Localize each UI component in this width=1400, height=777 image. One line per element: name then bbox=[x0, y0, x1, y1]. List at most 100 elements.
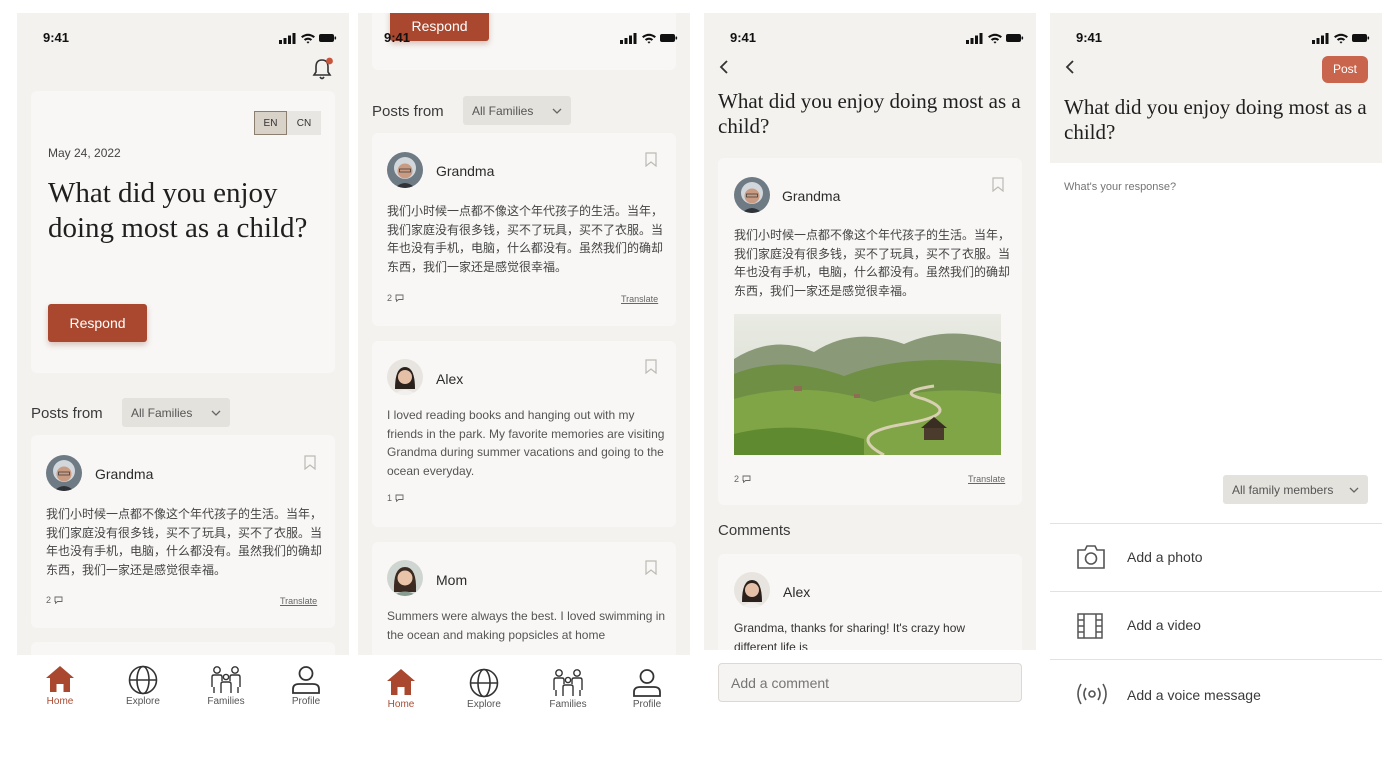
post-card[interactable]: Grandma 我们小时候一点都不像这个年代孩子的生活。当年，我们家庭没有很多钱… bbox=[372, 133, 676, 326]
prompt-card: EN CN May 24, 2022 What did you enjoy do… bbox=[31, 91, 335, 373]
chevron-left-icon[interactable] bbox=[1064, 59, 1076, 75]
post-text: I loved reading books and hanging out wi… bbox=[387, 408, 665, 478]
chevron-down-icon bbox=[211, 410, 221, 416]
add-voice-message-button[interactable]: Add a voice message bbox=[1050, 659, 1382, 718]
chevron-left-icon[interactable] bbox=[718, 59, 730, 75]
nav-explore[interactable]: Explore bbox=[108, 665, 178, 707]
lang-en-button[interactable]: EN bbox=[254, 111, 287, 135]
language-toggle: EN CN bbox=[254, 111, 321, 135]
post-button[interactable]: Post bbox=[1322, 56, 1368, 83]
status-time: 9:41 bbox=[384, 30, 411, 45]
post-author: Alex bbox=[436, 371, 464, 387]
comment-count[interactable]: 2 bbox=[387, 293, 404, 303]
avatar bbox=[387, 359, 423, 395]
nav-families[interactable]: Families bbox=[533, 668, 603, 710]
bottom-nav: Home Explore Families Profile bbox=[17, 655, 349, 718]
status-bar: 9:41 bbox=[1050, 13, 1382, 59]
audience-dropdown[interactable]: All family members bbox=[1223, 475, 1368, 504]
home-screen: 9:41 EN CN May 24, 2022 What did you enj… bbox=[17, 13, 349, 718]
nav-explore[interactable]: Explore bbox=[449, 668, 519, 710]
prompt-question: What did you enjoy doing most as a child… bbox=[48, 177, 308, 244]
translate-link[interactable]: Translate bbox=[621, 294, 658, 304]
film-icon bbox=[1077, 613, 1103, 639]
post-card[interactable]: Grandma 我们小时候一点都不像这个年代孩子的生活。当年，我们家庭没有很多钱… bbox=[31, 435, 335, 628]
home-feed-scrolled-screen: Respond 9:41 Posts from All Families Gra… bbox=[358, 13, 690, 718]
bookmark-icon[interactable] bbox=[645, 152, 657, 167]
add-voice-message-label: Add a voice message bbox=[1127, 687, 1261, 703]
signal-wifi-battery-icon bbox=[1312, 32, 1370, 44]
audience-value: All family members bbox=[1232, 482, 1334, 497]
comment-icon bbox=[395, 494, 404, 502]
comment-author: Alex bbox=[783, 584, 811, 600]
nav-explore-label: Explore bbox=[126, 696, 160, 707]
nav-profile-label: Profile bbox=[632, 699, 662, 710]
bell-icon[interactable] bbox=[312, 57, 334, 81]
post-text: 我们小时候一点都不像这个年代孩子的生活。当年，我们家庭没有很多钱，买不了玩具，买… bbox=[387, 204, 664, 274]
comment-icon bbox=[395, 294, 404, 302]
status-time: 9:41 bbox=[1076, 30, 1103, 45]
nav-families[interactable]: Families bbox=[191, 665, 261, 707]
comment-count[interactable]: 2 bbox=[734, 474, 751, 484]
profile-icon bbox=[632, 668, 662, 698]
comment-icon bbox=[54, 596, 63, 604]
posts-from-label: Posts from bbox=[31, 405, 103, 422]
signal-wifi-battery-icon bbox=[966, 32, 1024, 44]
comments-heading: Comments bbox=[718, 522, 791, 539]
family-filter-value: All Families bbox=[472, 103, 534, 118]
comment-count[interactable]: 1 bbox=[387, 493, 404, 503]
post-photo[interactable] bbox=[734, 314, 1001, 455]
status-time: 9:41 bbox=[43, 30, 70, 45]
lang-cn-button[interactable]: CN bbox=[287, 111, 321, 135]
camera-icon bbox=[1077, 545, 1105, 569]
nav-home-label: Home bbox=[387, 699, 415, 710]
nav-families-label: Families bbox=[549, 699, 587, 710]
family-filter-dropdown[interactable]: All Families bbox=[122, 398, 230, 427]
add-video-label: Add a video bbox=[1127, 617, 1201, 633]
nav-families-label: Families bbox=[207, 696, 245, 707]
comment-count[interactable]: 2 bbox=[46, 595, 63, 605]
post-card[interactable]: Mom Summers were always the best. I love… bbox=[372, 542, 676, 662]
translate-link[interactable]: Translate bbox=[280, 596, 317, 606]
status-bar: 9:41 bbox=[704, 13, 1036, 59]
status-time: 9:41 bbox=[730, 30, 757, 45]
chevron-down-icon bbox=[1349, 487, 1359, 493]
home-icon bbox=[45, 665, 75, 693]
avatar bbox=[387, 152, 423, 188]
nav-home-label: Home bbox=[46, 696, 74, 707]
response-textarea[interactable] bbox=[1060, 177, 1370, 467]
bookmark-icon[interactable] bbox=[304, 455, 316, 470]
bookmark-icon[interactable] bbox=[992, 177, 1004, 192]
nav-profile-label: Profile bbox=[291, 696, 321, 707]
post-author: Grandma bbox=[782, 188, 841, 204]
status-bar: 9:41 bbox=[358, 13, 690, 59]
home-icon bbox=[386, 668, 416, 696]
respond-button[interactable]: Respond bbox=[48, 304, 147, 342]
avatar bbox=[734, 177, 770, 213]
signal-wifi-battery-icon bbox=[279, 32, 337, 44]
nav-home[interactable]: Home bbox=[366, 668, 436, 710]
nav-profile[interactable]: Profile bbox=[612, 668, 682, 710]
bookmark-icon[interactable] bbox=[645, 359, 657, 374]
status-bar: 9:41 bbox=[17, 13, 349, 59]
prompt-date: May 24, 2022 bbox=[48, 146, 121, 160]
signal-wifi-battery-icon bbox=[620, 32, 678, 44]
comment-count-value: 2 bbox=[387, 293, 393, 303]
add-photo-button[interactable]: Add a photo bbox=[1050, 523, 1382, 591]
add-comment-input[interactable] bbox=[718, 663, 1022, 702]
post-card[interactable]: Alex I loved reading books and hanging o… bbox=[372, 341, 676, 527]
add-photo-label: Add a photo bbox=[1127, 549, 1203, 565]
family-filter-dropdown[interactable]: All Families bbox=[463, 96, 571, 125]
nav-home[interactable]: Home bbox=[25, 665, 95, 707]
nav-explore-label: Explore bbox=[467, 699, 501, 710]
translate-link[interactable]: Translate bbox=[968, 474, 1005, 484]
families-icon bbox=[552, 668, 584, 698]
families-icon bbox=[210, 665, 242, 695]
posts-from-label: Posts from bbox=[372, 103, 444, 120]
bookmark-icon[interactable] bbox=[645, 560, 657, 575]
add-video-button[interactable]: Add a video bbox=[1050, 591, 1382, 659]
comment-count-value: 2 bbox=[46, 595, 52, 605]
avatar bbox=[46, 455, 82, 491]
comment-bar bbox=[704, 650, 1036, 718]
comment-count-value: 2 bbox=[734, 474, 740, 484]
nav-profile[interactable]: Profile bbox=[271, 665, 341, 707]
